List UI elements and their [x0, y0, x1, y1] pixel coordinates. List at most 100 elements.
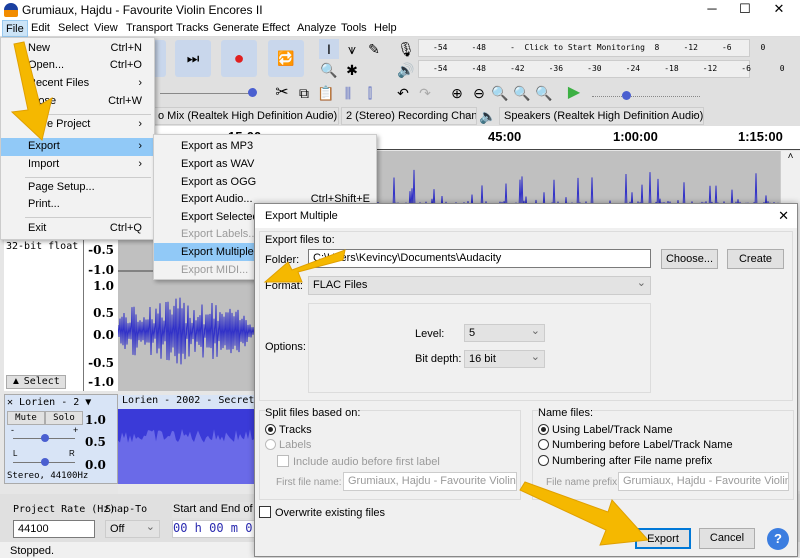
scroll-up-icon[interactable]: ˄ — [781, 151, 800, 162]
fit-selection-icon[interactable]: 🔍 — [490, 83, 510, 103]
menu-item-print[interactable]: Print... — [1, 196, 154, 214]
menu-item-save-project[interactable]: Save Project › — [1, 116, 154, 134]
track1-select-button[interactable]: ▲ Select — [6, 375, 66, 389]
maximize-button[interactable]: ☐ — [728, 0, 762, 20]
fit-project-icon[interactable]: 🔍 — [512, 83, 532, 103]
menu-edit[interactable]: Edit — [31, 22, 50, 34]
menu-item-recent-files[interactable]: Recent Files › — [1, 75, 154, 93]
gain-min-label: - — [11, 425, 14, 435]
menu-select[interactable]: Select — [58, 22, 89, 34]
choose-button[interactable]: Choose... — [661, 249, 718, 269]
menu-tracks[interactable]: Tracks — [176, 22, 209, 34]
zoom-tool-icon[interactable]: 🔍 — [319, 60, 339, 80]
envelope-tool-icon[interactable]: ⩛ — [342, 39, 362, 59]
menu-help[interactable]: Help — [374, 22, 397, 34]
record-meter[interactable]: -54 -48 - Click to Start Monitoring 8 -1… — [418, 39, 765, 57]
format-select[interactable]: FLAC Files — [308, 276, 651, 295]
export-button[interactable]: Export — [635, 528, 691, 549]
volume-slider-thumb[interactable] — [248, 88, 257, 97]
menu-item-export[interactable]: Export › — [1, 138, 154, 156]
menu-transport[interactable]: Transport — [126, 22, 173, 34]
bit-depth-label: Bit depth: — [415, 353, 462, 365]
selection-mode-select[interactable]: Start and End of Se — [172, 502, 257, 518]
menu-item-new[interactable]: New Ctrl+N — [1, 40, 154, 58]
help-button[interactable]: ? — [767, 528, 789, 550]
redo-icon[interactable]: ↷ — [415, 83, 435, 103]
paste-icon[interactable]: 📋 — [316, 83, 336, 103]
minimize-button[interactable]: ─ — [695, 0, 729, 20]
undo-icon[interactable]: ↶ — [393, 83, 413, 103]
pan-right-label: R — [69, 449, 75, 458]
first-file-name-label: First file name: — [276, 477, 342, 488]
speed-slider[interactable] — [592, 96, 700, 97]
draw-tool-icon[interactable]: ✎ — [364, 39, 384, 59]
menu-analyze[interactable]: Analyze — [297, 22, 336, 34]
solo-button[interactable]: Solo — [45, 411, 83, 425]
loop-button[interactable]: 🔁 — [268, 40, 304, 77]
menu-item-open[interactable]: Open... Ctrl+O — [1, 57, 154, 75]
overwrite-checkbox[interactable]: Overwrite existing files — [259, 506, 385, 519]
menu-effect[interactable]: Effect — [262, 22, 290, 34]
select-label: Select — [23, 376, 60, 387]
project-rate-select[interactable]: 44100 — [13, 520, 95, 538]
snap-to-select[interactable]: Off — [105, 520, 160, 538]
menu-tools[interactable]: Tools — [341, 22, 367, 34]
window-title: Grumiaux, Hajdu - Favourite Violin Encor… — [22, 3, 263, 17]
name-numbering-after-radio[interactable]: Numbering after File name prefix — [538, 455, 712, 467]
pan-slider-thumb[interactable] — [41, 458, 49, 466]
name-numbering-before-radio[interactable]: Numbering before Label/Track Name — [538, 439, 733, 451]
selection-start-time[interactable]: 00 h 00 m 0 — [172, 520, 257, 538]
track2-name-menu[interactable]: ✕ Lorien - 2 ▼ — [7, 397, 91, 408]
folder-input[interactable]: C:\Users\Kevincy\Documents\Audacity — [308, 249, 651, 268]
track2-control-panel[interactable]: ✕ Lorien - 2 ▼ Mute Solo - + L R Stereo,… — [4, 394, 118, 484]
name-using-label-radio[interactable]: Using Label/Track Name — [538, 424, 673, 436]
play-at-speed-icon[interactable]: ▶ — [564, 83, 584, 103]
multi-tool-icon[interactable]: ✱ — [342, 60, 362, 80]
level-label: Level: — [415, 328, 445, 340]
skip-end-button[interactable]: ⏭ — [175, 40, 211, 77]
project-rate-label: Project Rate (Hz) — [13, 504, 116, 515]
selection-tool-icon[interactable]: I — [319, 39, 339, 59]
menu-generate[interactable]: Generate — [213, 22, 259, 34]
level-select[interactable]: 5 — [464, 324, 545, 342]
gain-slider-thumb[interactable] — [41, 434, 49, 442]
track2-info: Stereo, 44100Hz — [7, 471, 89, 481]
zoom-toggle-icon[interactable]: 🔍 — [534, 83, 554, 103]
audacity-logo-icon — [4, 3, 18, 17]
menu-item-page-setup[interactable]: Page Setup... — [1, 179, 154, 197]
menu-item-export-wav[interactable]: Export as WAV — [154, 155, 376, 173]
cancel-button[interactable]: Cancel — [699, 528, 755, 549]
menu-file[interactable]: File — [2, 20, 28, 37]
menu-item-exit[interactable]: Exit Ctrl+Q — [1, 220, 154, 238]
dialog-title-bar: Export Multiple ✕ — [255, 204, 797, 228]
zoom-out-icon[interactable]: ⊖ — [469, 83, 489, 103]
copy-icon[interactable]: ⧉ — [294, 83, 314, 103]
close-button[interactable]: ✕ — [762, 0, 796, 20]
pan-left-label: L — [13, 449, 18, 458]
playback-meter[interactable]: -54 -48 -42 -36 -30 -24 -18 -12 -6 0 — [418, 60, 785, 78]
trim-icon[interactable]: ⫼ — [338, 83, 358, 103]
mute-button[interactable]: Mute — [7, 411, 45, 425]
scale-label: 0.5 — [85, 435, 106, 449]
bit-depth-select[interactable]: 16 bit — [464, 350, 545, 368]
split-tracks-radio[interactable]: Tracks — [265, 424, 312, 436]
close-track-icon[interactable]: ✕ — [7, 397, 19, 408]
menu-item-export-ogg[interactable]: Export as OGG — [154, 173, 376, 191]
create-button[interactable]: Create — [727, 249, 784, 269]
cut-icon[interactable]: ✂ — [272, 83, 292, 103]
menu-view[interactable]: View — [94, 22, 118, 34]
dialog-close-icon[interactable]: ✕ — [778, 208, 789, 224]
menu-item-import[interactable]: Import › — [1, 156, 154, 174]
speed-slider-thumb[interactable] — [622, 91, 631, 100]
menu-item-close[interactable]: Close Ctrl+W — [1, 93, 154, 111]
zoom-in-icon[interactable]: ⊕ — [447, 83, 467, 103]
export-to-label: Export files to: — [265, 234, 335, 246]
audio-host-select[interactable]: o Mix (Realtek High Definition Audio) — [153, 107, 339, 125]
menu-item-export-mp3[interactable]: Export as MP3 — [154, 137, 376, 155]
record-button[interactable]: ● — [221, 40, 257, 77]
silence-icon[interactable]: ⫿ — [360, 83, 380, 103]
scale-label: 0.5 — [93, 306, 114, 320]
playback-device-select[interactable]: Speakers (Realtek High Definition Audio) — [499, 107, 704, 125]
recording-channels-select[interactable]: 2 (Stereo) Recording Chann — [341, 107, 477, 125]
volume-slider[interactable] — [160, 93, 255, 94]
